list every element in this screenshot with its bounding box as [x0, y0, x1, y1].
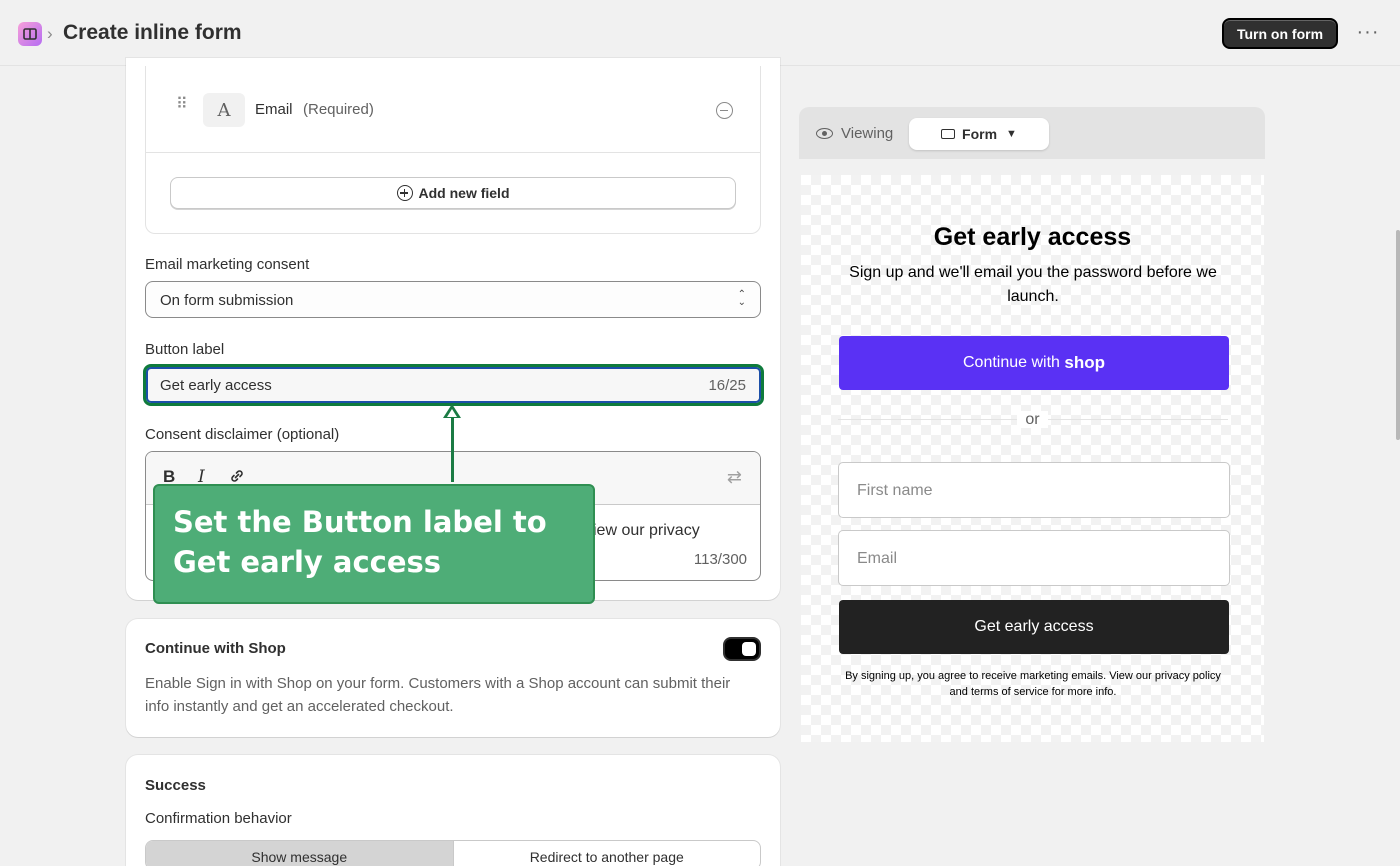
redirect-option[interactable]: Redirect to another page: [454, 841, 761, 866]
add-new-field-label: Add new field: [418, 185, 510, 201]
view-select-value: Form: [962, 126, 998, 142]
select-chevron-icon: ⌃ ⌄: [737, 289, 746, 308]
button-label-input[interactable]: Get early access 16/25: [145, 366, 761, 403]
preview-title: Get early access: [933, 223, 1132, 251]
form-app-icon: [23, 28, 37, 40]
preview-email-input[interactable]: Email: [838, 530, 1230, 586]
confirmation-behavior-toggle: Show message Redirect to another page: [145, 840, 761, 866]
disclaimer-text[interactable]: iew our privacy: [593, 522, 700, 540]
viewing-label: Viewing: [816, 125, 893, 142]
scrollbar[interactable]: [1396, 230, 1400, 440]
plus-circle-icon: [396, 185, 413, 201]
breadcrumb-separator: ›: [47, 24, 53, 43]
drag-handle-icon[interactable]: ⠿: [176, 97, 188, 113]
remove-field-icon[interactable]: [716, 102, 733, 119]
add-new-field-button[interactable]: Add new field: [170, 177, 736, 209]
more-actions-icon[interactable]: ···: [1356, 22, 1380, 46]
turn-on-form-button[interactable]: Turn on form: [1222, 18, 1338, 49]
field-required-note: (Required): [303, 101, 374, 118]
disclaimer-char-count: 113/300: [693, 551, 747, 568]
divider: [146, 152, 760, 153]
email-consent-label: Email marketing consent: [145, 256, 310, 273]
eye-icon: [816, 128, 833, 139]
form-preview: Get early access Sign up and we'll email…: [801, 175, 1264, 742]
shop-toggle[interactable]: [723, 637, 761, 661]
button-label-char-count: 16/25: [708, 377, 746, 394]
switch-editor-icon[interactable]: ⇄: [727, 467, 742, 488]
form-icon: [941, 129, 956, 139]
button-label-label: Button label: [145, 341, 225, 358]
success-card-title: Success: [145, 777, 206, 794]
preview-continue-with-shop-button[interactable]: Continue with shop: [839, 336, 1229, 390]
preview-disclaimer: By signing up, you agree to receive mark…: [845, 670, 1221, 698]
confirmation-behavior-label: Confirmation behavior: [145, 810, 292, 827]
email-consent-select[interactable]: On form submission ⌃ ⌄: [145, 281, 761, 318]
field-name-email[interactable]: Email: [255, 101, 293, 118]
view-select[interactable]: Form ▼: [909, 118, 1049, 150]
callout-arrow-head: [443, 404, 461, 418]
preview-subtitle: Sign up and we'll email you the password…: [849, 264, 1217, 305]
shop-button-prefix: Continue with: [962, 354, 1060, 371]
consent-disclaimer-label: Consent disclaimer (optional): [145, 426, 340, 443]
instruction-callout: Set the Button label to Get early access: [153, 484, 595, 604]
page-title: Create inline form: [63, 21, 242, 44]
preview-submit-button[interactable]: Get early access: [839, 600, 1229, 654]
or-label: or: [801, 411, 1264, 429]
shop-card-description: Enable Sign in with Shop on your form. C…: [145, 675, 731, 715]
text-field-type-icon: A: [203, 93, 245, 127]
shop-logo: shop: [1064, 353, 1105, 372]
chevron-down-icon: ▼: [1006, 128, 1017, 140]
app-icon: [18, 22, 42, 46]
viewing-text: Viewing: [841, 125, 894, 142]
button-label-value: Get early access: [160, 377, 272, 394]
email-consent-value: On form submission: [160, 292, 294, 309]
show-message-option[interactable]: Show message: [146, 841, 454, 866]
shop-card-title: Continue with Shop: [145, 640, 286, 657]
callout-arrow: [451, 414, 454, 482]
preview-first-name-input[interactable]: First name: [838, 462, 1230, 518]
